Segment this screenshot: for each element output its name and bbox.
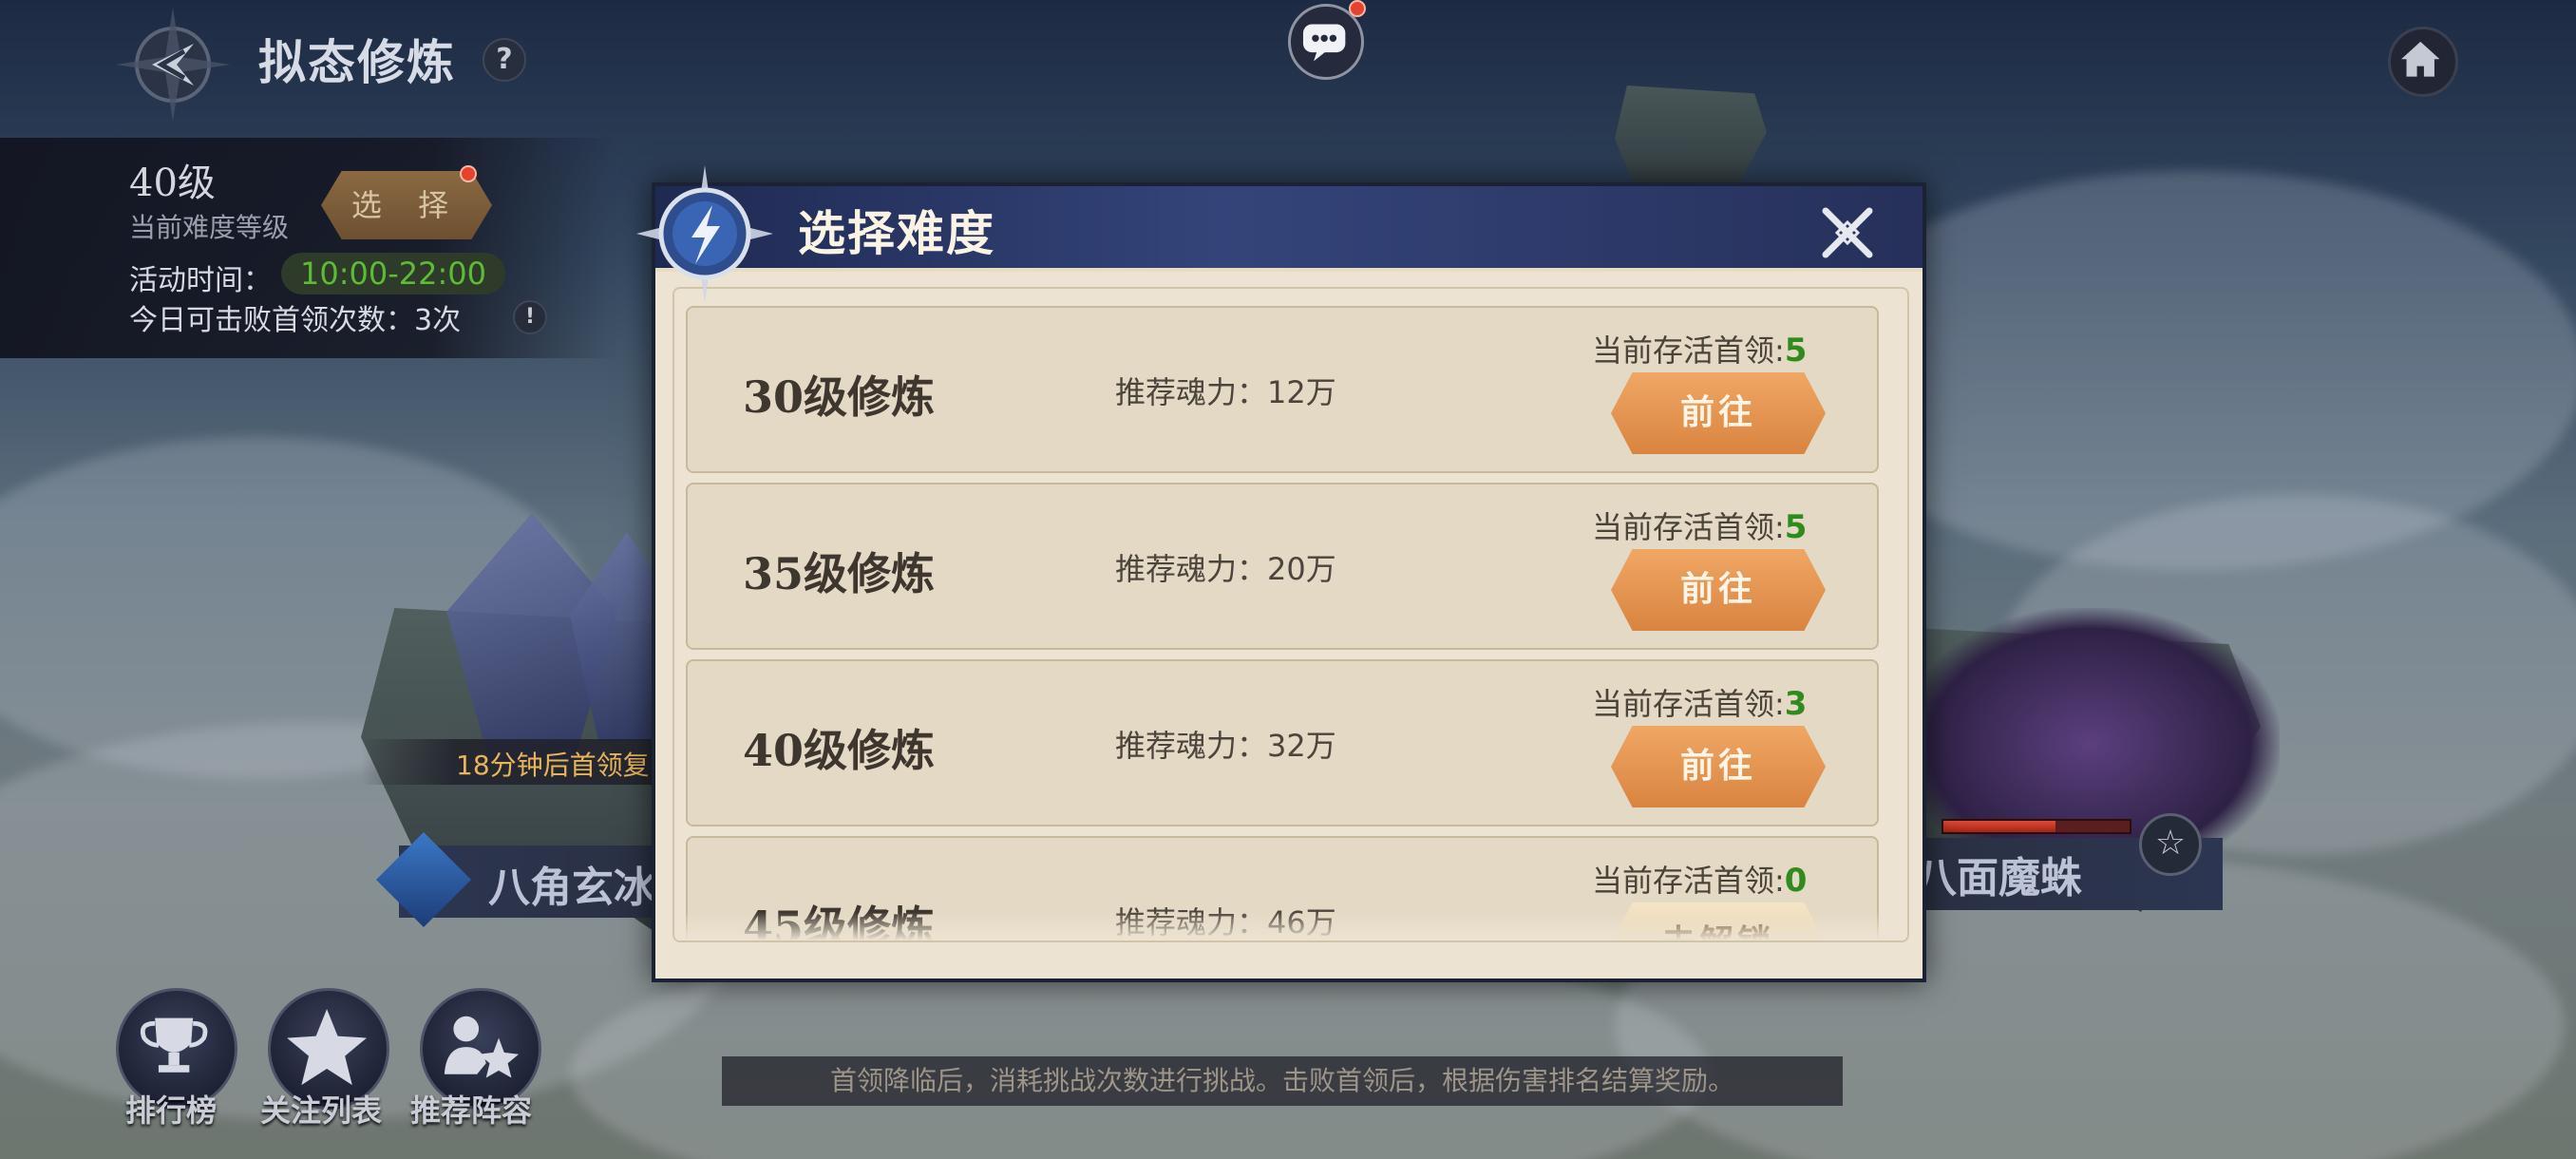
recommended-power: 推荐魂力：12万: [1115, 374, 1336, 410]
alive-bosses: 当前存活首领:5: [1592, 504, 1807, 547]
close-icon[interactable]: [1816, 201, 1879, 264]
alive-bosses-label: 当前存活首领:: [1592, 332, 1785, 369]
alive-bosses-count: 3: [1784, 685, 1808, 723]
star-icon: ☆: [2154, 824, 2187, 863]
activity-time-value: 10:00-22:00: [281, 253, 505, 294]
activity-time-label: 活动时间：: [129, 264, 272, 297]
home-button[interactable]: [2388, 27, 2458, 97]
boss-name-right: 八面魔蛛: [1915, 854, 2082, 902]
recommended-power: 推荐魂力：20万: [1115, 551, 1336, 587]
question-mark-icon: ?: [496, 43, 513, 76]
page-title: 拟态修炼: [258, 34, 456, 90]
follow-star-button[interactable]: ☆: [2139, 813, 2202, 876]
exclamation-icon: !: [524, 305, 536, 329]
alive-bosses-label: 当前存活首领:: [1592, 863, 1785, 899]
difficulty-modal: 选择难度 30级修炼 推荐魂力：12万 当前存活首领:5 前往 35级修炼 推荐…: [652, 182, 1926, 982]
alive-bosses: 当前存活首领:0: [1592, 857, 1807, 901]
alive-bosses-count: 5: [1784, 508, 1808, 546]
notice-button[interactable]: !: [513, 300, 547, 334]
difficulty-row: 40级修炼 推荐魂力：32万 当前存活首领:3 前往: [686, 659, 1879, 826]
difficulty-list[interactable]: 30级修炼 推荐魂力：12万 当前存活首领:5 前往 35级修炼 推荐魂力：20…: [672, 287, 1909, 942]
follow-list-label: 关注列表: [260, 1092, 383, 1129]
leaderboard-label: 排行榜: [125, 1092, 218, 1129]
defeat-count-text: 今日可击败首领次数：3次: [129, 304, 462, 337]
lightning-emblem-icon: [636, 165, 773, 302]
boss-name-left: 八角玄冰: [488, 864, 655, 912]
recommended-power: 推荐魂力：32万: [1115, 728, 1336, 764]
current-level-caption: 当前难度等级: [129, 212, 290, 243]
go-button[interactable]: 前往: [1611, 726, 1826, 808]
modal-title: 选择难度: [798, 205, 995, 261]
alive-bosses: 当前存活首领:3: [1592, 680, 1807, 724]
notification-dot: [460, 165, 477, 182]
difficulty-name: 35级修炼: [743, 548, 936, 599]
alive-bosses-label: 当前存活首领:: [1592, 509, 1785, 545]
difficulty-row: 30级修炼 推荐魂力：12万 当前存活首领:5 前往: [686, 306, 1879, 473]
chat-bubble-icon: [1302, 24, 1346, 62]
home-icon: [2401, 41, 2440, 77]
current-level: 40级: [129, 162, 216, 205]
boss-health-bar: [1941, 819, 2131, 834]
rule-tip-text: 首领降临后，消耗挑战次数进行挑战。击败首领后，根据伤害排名结算奖励。: [722, 1056, 1843, 1106]
help-button[interactable]: ?: [483, 38, 526, 82]
go-button[interactable]: 前往: [1611, 549, 1826, 631]
difficulty-row: 35级修炼 推荐魂力：20万 当前存活首领:5 前往: [686, 483, 1879, 650]
go-button[interactable]: 前往: [1611, 372, 1826, 454]
alive-bosses-label: 当前存活首领:: [1592, 686, 1785, 722]
chat-notification-dot: [1349, 0, 1366, 17]
difficulty-name: 30级修炼: [743, 371, 936, 423]
recommended-team-label: 推荐阵容: [410, 1092, 533, 1129]
alive-bosses-count: 5: [1784, 332, 1808, 370]
alive-bosses: 当前存活首领:5: [1592, 327, 1807, 370]
difficulty-name: 40级修炼: [743, 725, 936, 776]
respawn-timer-text: 18分钟后首领复: [456, 750, 650, 781]
compass-emblem-icon: [116, 8, 230, 122]
boss-health-fill: [1943, 821, 2055, 832]
list-fade: [674, 912, 1907, 940]
alive-bosses-count: 0: [1784, 862, 1808, 900]
modal-header: 选择难度: [655, 186, 1923, 272]
